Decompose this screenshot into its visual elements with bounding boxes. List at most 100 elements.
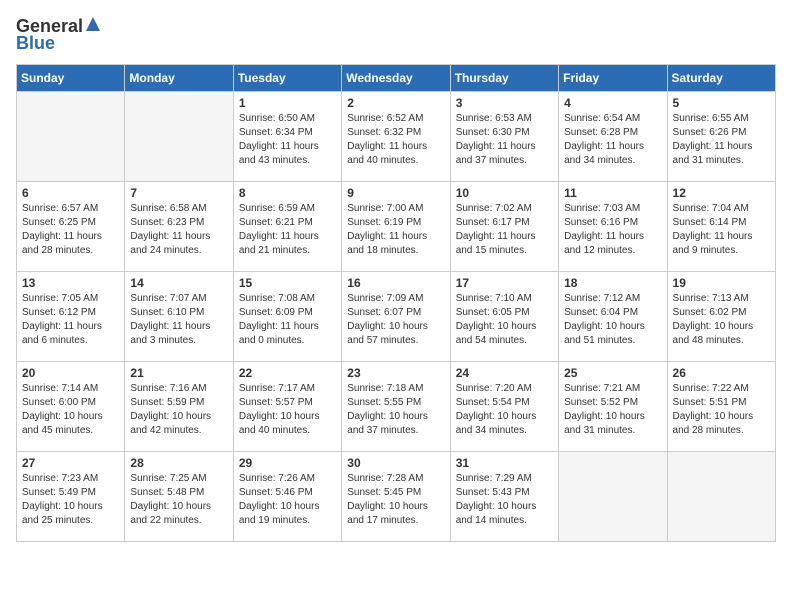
calendar-cell: 9 Sunrise: 7:00 AMSunset: 6:19 PMDaylight… — [342, 182, 450, 272]
day-number: 14 — [130, 276, 227, 290]
calendar-cell: 14 Sunrise: 7:07 AMSunset: 6:10 PMDayligh… — [125, 272, 233, 362]
day-number: 19 — [673, 276, 770, 290]
calendar-table: SundayMondayTuesdayWednesdayThursdayFrid… — [16, 64, 776, 542]
day-header-tuesday: Tuesday — [233, 65, 341, 92]
day-header-wednesday: Wednesday — [342, 65, 450, 92]
day-header-monday: Monday — [125, 65, 233, 92]
day-info: Sunrise: 7:25 AMSunset: 5:48 PMDaylight:… — [130, 472, 227, 528]
day-info: Sunrise: 7:17 AMSunset: 5:57 PMDaylight:… — [239, 382, 336, 438]
calendar-cell: 15 Sunrise: 7:08 AMSunset: 6:09 PMDayligh… — [233, 272, 341, 362]
day-info: Sunrise: 7:00 AMSunset: 6:19 PMDaylight:… — [347, 202, 444, 258]
day-info: Sunrise: 7:29 AMSunset: 5:43 PMDaylight:… — [456, 472, 553, 528]
day-info: Sunrise: 6:50 AMSunset: 6:34 PMDaylight:… — [239, 112, 336, 168]
day-info: Sunrise: 6:59 AMSunset: 6:21 PMDaylight:… — [239, 202, 336, 258]
calendar-cell: 10Sunrise: 7:02 AMSunset: 6:17 PMDayligh… — [450, 182, 558, 272]
calendar-cell: 3Sunrise: 6:53 AMSunset: 6:30 PMDaylight… — [450, 92, 558, 182]
day-number: 15 — [239, 276, 336, 290]
day-info: Sunrise: 7:07 AMSunset: 6:10 PMDaylight:… — [130, 292, 227, 348]
calendar-cell: 30 Sunrise: 7:28 AMSunset: 5:45 PMDayligh… — [342, 452, 450, 542]
day-info: Sunrise: 7:20 AMSunset: 5:54 PMDaylight:… — [456, 382, 553, 438]
calendar-cell: 29 Sunrise: 7:26 AMSunset: 5:46 PMDayligh… — [233, 452, 341, 542]
day-number: 8 — [239, 186, 336, 200]
calendar-cell — [17, 92, 125, 182]
day-number: 20 — [22, 366, 119, 380]
day-info: Sunrise: 6:54 AMSunset: 6:28 PMDaylight:… — [564, 112, 661, 168]
day-info: Sunrise: 7:26 AMSunset: 5:46 PMDaylight:… — [239, 472, 336, 528]
day-info: Sunrise: 7:16 AMSunset: 5:59 PMDaylight:… — [130, 382, 227, 438]
day-info: Sunrise: 7:28 AMSunset: 5:45 PMDaylight:… — [347, 472, 444, 528]
calendar-week-row: 1 Sunrise: 6:50 AMSunset: 6:34 PMDaylight… — [17, 92, 776, 182]
day-info: Sunrise: 7:09 AMSunset: 6:07 PMDaylight:… — [347, 292, 444, 348]
day-info: Sunrise: 7:22 AMSunset: 5:51 PMDaylight:… — [673, 382, 770, 438]
day-info: Sunrise: 6:52 AMSunset: 6:32 PMDaylight:… — [347, 112, 444, 168]
day-number: 10 — [456, 186, 553, 200]
day-number: 11 — [564, 186, 661, 200]
day-number: 23 — [347, 366, 444, 380]
calendar-cell: 2 Sunrise: 6:52 AMSunset: 6:32 PMDaylight… — [342, 92, 450, 182]
day-number: 24 — [456, 366, 553, 380]
day-number: 9 — [347, 186, 444, 200]
day-number: 3 — [456, 96, 553, 110]
calendar-cell: 6 Sunrise: 6:57 AMSunset: 6:25 PMDaylight… — [17, 182, 125, 272]
calendar-cell: 17Sunrise: 7:10 AMSunset: 6:05 PMDayligh… — [450, 272, 558, 362]
day-info: Sunrise: 7:21 AMSunset: 5:52 PMDaylight:… — [564, 382, 661, 438]
day-number: 13 — [22, 276, 119, 290]
day-number: 21 — [130, 366, 227, 380]
calendar-cell — [667, 452, 775, 542]
logo-blue-text: Blue — [16, 33, 55, 54]
day-number: 6 — [22, 186, 119, 200]
day-number: 25 — [564, 366, 661, 380]
calendar-cell: 22 Sunrise: 7:17 AMSunset: 5:57 PMDayligh… — [233, 362, 341, 452]
day-number: 18 — [564, 276, 661, 290]
day-header-saturday: Saturday — [667, 65, 775, 92]
day-info: Sunrise: 7:12 AMSunset: 6:04 PMDaylight:… — [564, 292, 661, 348]
calendar-cell: 26Sunrise: 7:22 AMSunset: 5:51 PMDayligh… — [667, 362, 775, 452]
calendar-cell: 24 Sunrise: 7:20 AMSunset: 5:54 PMDayligh… — [450, 362, 558, 452]
calendar-cell: 16 Sunrise: 7:09 AMSunset: 6:07 PMDayligh… — [342, 272, 450, 362]
day-info: Sunrise: 7:04 AMSunset: 6:14 PMDaylight:… — [673, 202, 770, 258]
calendar-cell: 8 Sunrise: 6:59 AMSunset: 6:21 PMDaylight… — [233, 182, 341, 272]
calendar-cell: 12Sunrise: 7:04 AMSunset: 6:14 PMDayligh… — [667, 182, 775, 272]
calendar-cell: 18 Sunrise: 7:12 AMSunset: 6:04 PMDayligh… — [559, 272, 667, 362]
calendar-cell: 28Sunrise: 7:25 AMSunset: 5:48 PMDayligh… — [125, 452, 233, 542]
day-info: Sunrise: 6:55 AMSunset: 6:26 PMDaylight:… — [673, 112, 770, 168]
day-info: Sunrise: 7:08 AMSunset: 6:09 PMDaylight:… — [239, 292, 336, 348]
day-info: Sunrise: 7:14 AMSunset: 6:00 PMDaylight:… — [22, 382, 119, 438]
day-number: 7 — [130, 186, 227, 200]
day-number: 27 — [22, 456, 119, 470]
day-number: 1 — [239, 96, 336, 110]
day-number: 5 — [673, 96, 770, 110]
calendar-cell: 25 Sunrise: 7:21 AMSunset: 5:52 PMDayligh… — [559, 362, 667, 452]
day-info: Sunrise: 6:57 AMSunset: 6:25 PMDaylight:… — [22, 202, 119, 258]
calendar-header-row: SundayMondayTuesdayWednesdayThursdayFrid… — [17, 65, 776, 92]
calendar-week-row: 20 Sunrise: 7:14 AMSunset: 6:00 PMDayligh… — [17, 362, 776, 452]
day-number: 22 — [239, 366, 336, 380]
day-info: Sunrise: 7:10 AMSunset: 6:05 PMDaylight:… — [456, 292, 553, 348]
day-number: 2 — [347, 96, 444, 110]
calendar-cell: 4 Sunrise: 6:54 AMSunset: 6:28 PMDaylight… — [559, 92, 667, 182]
calendar-cell: 27 Sunrise: 7:23 AMSunset: 5:49 PMDayligh… — [17, 452, 125, 542]
logo-arrow-icon — [86, 17, 100, 36]
calendar-cell: 1 Sunrise: 6:50 AMSunset: 6:34 PMDaylight… — [233, 92, 341, 182]
page-header: General Blue — [16, 16, 776, 54]
calendar-cell: 13 Sunrise: 7:05 AMSunset: 6:12 PMDayligh… — [17, 272, 125, 362]
calendar-cell — [125, 92, 233, 182]
day-number: 16 — [347, 276, 444, 290]
day-info: Sunrise: 7:05 AMSunset: 6:12 PMDaylight:… — [22, 292, 119, 348]
calendar-cell: 19 Sunrise: 7:13 AMSunset: 6:02 PMDayligh… — [667, 272, 775, 362]
day-info: Sunrise: 7:23 AMSunset: 5:49 PMDaylight:… — [22, 472, 119, 528]
calendar-week-row: 6 Sunrise: 6:57 AMSunset: 6:25 PMDaylight… — [17, 182, 776, 272]
calendar-cell: 31Sunrise: 7:29 AMSunset: 5:43 PMDayligh… — [450, 452, 558, 542]
day-info: Sunrise: 6:58 AMSunset: 6:23 PMDaylight:… — [130, 202, 227, 258]
day-header-thursday: Thursday — [450, 65, 558, 92]
calendar-cell: 5 Sunrise: 6:55 AMSunset: 6:26 PMDaylight… — [667, 92, 775, 182]
day-number: 4 — [564, 96, 661, 110]
day-info: Sunrise: 7:13 AMSunset: 6:02 PMDaylight:… — [673, 292, 770, 348]
day-number: 30 — [347, 456, 444, 470]
calendar-week-row: 27 Sunrise: 7:23 AMSunset: 5:49 PMDayligh… — [17, 452, 776, 542]
logo: General Blue — [16, 16, 100, 54]
day-number: 29 — [239, 456, 336, 470]
calendar-cell: 7 Sunrise: 6:58 AMSunset: 6:23 PMDaylight… — [125, 182, 233, 272]
day-info: Sunrise: 7:03 AMSunset: 6:16 PMDaylight:… — [564, 202, 661, 258]
calendar-week-row: 13 Sunrise: 7:05 AMSunset: 6:12 PMDayligh… — [17, 272, 776, 362]
